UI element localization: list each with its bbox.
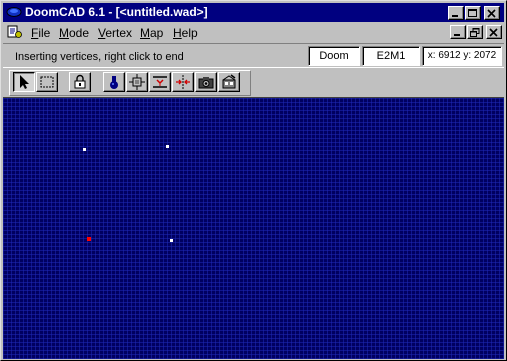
mdi-restore-button[interactable] xyxy=(467,25,483,39)
maximize-button[interactable] xyxy=(465,6,481,20)
thing-mode-button[interactable] xyxy=(103,72,125,92)
menu-help-label: elp xyxy=(181,26,198,40)
status-message: Inserting vertices, right click to end xyxy=(15,51,184,63)
toolbar xyxy=(3,69,504,97)
line-join-button[interactable] xyxy=(172,72,194,92)
mdi-restore-icon xyxy=(470,28,480,37)
minimize-button[interactable] xyxy=(448,6,464,20)
build-button[interactable] xyxy=(218,72,240,92)
menu-bar: File Mode Vertex Map Help xyxy=(3,23,504,42)
menu-file-label: ile xyxy=(38,26,51,40)
menu-help[interactable]: Help xyxy=(173,26,198,40)
menu-vertex[interactable]: Vertex xyxy=(98,26,132,40)
mdi-close-button[interactable] xyxy=(486,25,502,39)
menu-mode[interactable]: Mode xyxy=(59,26,89,40)
minimize-icon xyxy=(452,15,458,17)
map-canvas[interactable] xyxy=(3,97,504,359)
line-split-button[interactable] xyxy=(149,72,171,92)
mdi-close-icon xyxy=(489,28,498,37)
vertex-mode-button[interactable] xyxy=(126,72,148,92)
map-vertex[interactable] xyxy=(170,239,173,242)
select-tool-button[interactable] xyxy=(13,72,35,92)
menu-file[interactable]: File xyxy=(31,26,50,40)
menu-mode-label: ode xyxy=(69,26,90,40)
menu-map-accel: M xyxy=(140,26,150,40)
close-button[interactable] xyxy=(484,6,500,20)
level-indicator: E2M1 xyxy=(362,46,420,66)
close-icon xyxy=(487,9,496,18)
coordinate-readout: x: 6912 y: 2072 xyxy=(422,46,502,66)
lock-button[interactable] xyxy=(69,72,91,92)
menu-help-accel: H xyxy=(173,26,182,40)
camera-icon xyxy=(198,77,214,89)
line-split-icon xyxy=(153,76,167,88)
menu-vertex-label: ertex xyxy=(105,26,133,40)
menu-mode-accel: M xyxy=(59,26,69,40)
map-vertex[interactable] xyxy=(83,148,86,151)
build-icon xyxy=(222,74,236,89)
window-title: DoomCAD 6.1 - [<untitled.wad>] xyxy=(25,5,208,19)
box-select-button[interactable] xyxy=(36,72,58,92)
maximize-icon xyxy=(468,9,477,17)
game-indicator: Doom xyxy=(308,46,360,66)
doomcad-app-icon[interactable] xyxy=(6,6,22,18)
document-system-menu-icon[interactable] xyxy=(7,25,23,39)
status-bar: Inserting vertices, right click to end D… xyxy=(3,43,504,68)
menu-map[interactable]: Map xyxy=(140,26,163,40)
map-vertex[interactable] xyxy=(166,145,169,148)
thing-icon xyxy=(110,76,118,89)
mdi-minimize-icon xyxy=(454,34,460,36)
camera-button[interactable] xyxy=(195,72,217,92)
mdi-minimize-button[interactable] xyxy=(450,25,466,39)
box-select-icon xyxy=(40,76,54,88)
select-arrow-icon xyxy=(20,75,29,89)
lock-icon xyxy=(74,74,86,89)
app-window: DoomCAD 6.1 - [<untitled.wad>] File Mode… xyxy=(0,0,507,361)
menu-map-label: ap xyxy=(150,26,164,40)
map-vertex-active[interactable] xyxy=(87,237,91,241)
vertex-tool-icon xyxy=(129,74,145,90)
title-bar[interactable]: DoomCAD 6.1 - [<untitled.wad>] xyxy=(3,3,504,22)
line-join-icon xyxy=(176,75,190,89)
